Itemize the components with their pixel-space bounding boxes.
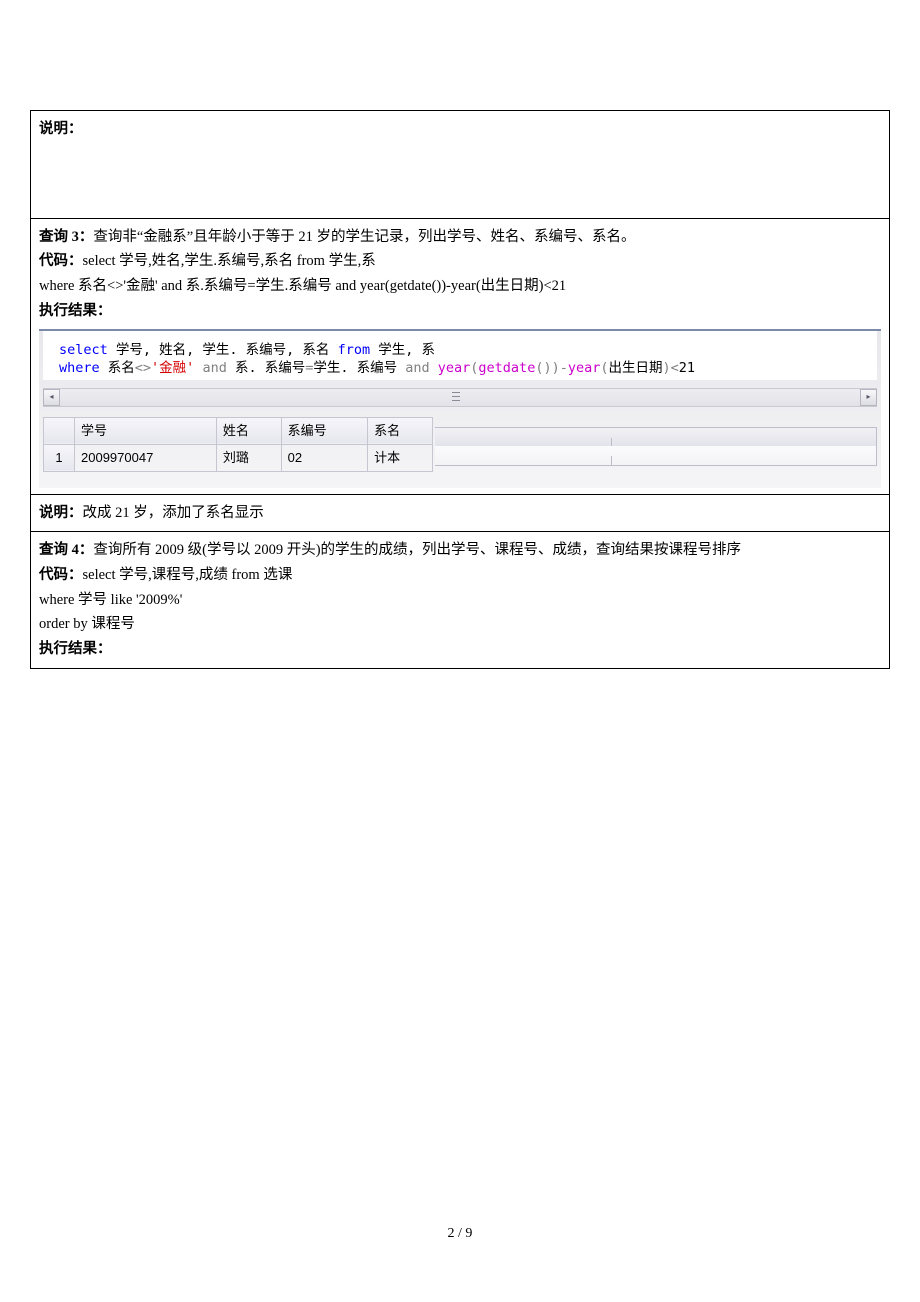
label-shuoming-1: 说明： — [39, 121, 83, 137]
q4-code-2: where 学号 like '2009%' — [39, 588, 881, 613]
label-daima-4: 代码： — [39, 567, 83, 583]
col-header[interactable]: 学号 — [75, 417, 217, 444]
row-query3: 查询 3：查询非“金融系”且年龄小于等于 21 岁的学生记录，列出学号、姓名、系… — [31, 218, 890, 494]
page-number: 2 / 9 — [0, 1226, 920, 1242]
sql-editor-region: select 学号, 姓名, 学生. 系编号, 系名 from 学生, 系 wh… — [39, 329, 881, 488]
table-header-row: 学号 姓名 系编号 系名 — [44, 417, 433, 444]
kw-from: from — [338, 342, 371, 358]
row-query4: 查询 4：查询所有 2009 级(学号以 2009 开头)的学生的成绩，列出学号… — [31, 532, 890, 668]
q3-code-1: select 学号,姓名,学生.系编号,系名 from 学生,系 — [83, 253, 376, 269]
grid-header-extension — [435, 427, 877, 448]
spacer — [39, 142, 881, 212]
cell: 计本 — [368, 444, 433, 471]
grid-row-extension — [435, 446, 877, 466]
kw-select: select — [59, 342, 108, 358]
scroll-track[interactable] — [60, 389, 860, 406]
label-daima-3: 代码： — [39, 253, 83, 269]
q4-code-1: select 学号,课程号,成绩 from 选课 — [83, 567, 293, 583]
col-header[interactable]: 系编号 — [281, 417, 367, 444]
cell: 2009970047 — [75, 444, 217, 471]
q4-code-3: order by 课程号 — [39, 612, 881, 637]
sql-line-1: select 学号, 姓名, 学生. 系编号, 系名 from 学生, 系 — [59, 341, 871, 359]
grid-corner — [44, 417, 75, 444]
scroll-right-button[interactable]: ▸ — [860, 389, 877, 406]
q3-shuoming-text: 改成 21 岁，添加了系名显示 — [83, 505, 264, 521]
scroll-grip-icon — [452, 392, 460, 401]
sql-line-2: where 系名<>'金融' and 系. 系编号=学生. 系编号 and ye… — [59, 359, 871, 377]
string-literal: '金融' — [151, 360, 194, 376]
label-zhixing-4: 执行结果： — [39, 637, 881, 662]
sql-code[interactable]: select 学号, 姓名, 学生. 系编号, 系名 from 学生, 系 wh… — [43, 331, 877, 379]
scroll-left-button[interactable]: ◂ — [43, 389, 60, 406]
row-shuoming-empty: 说明： — [31, 111, 890, 219]
q4-desc: 查询所有 2009 级(学号以 2009 开头)的学生的成绩，列出学号、课程号、… — [93, 542, 741, 558]
func-year-1: year — [438, 360, 471, 376]
func-getdate: getdate — [478, 360, 535, 376]
kw-where: where — [59, 360, 100, 376]
label-chaxun3: 查询 3： — [39, 229, 93, 245]
q3-code-2: where 系名<>'金融' and 系.系编号=学生.系编号 and year… — [39, 274, 881, 299]
label-zhixing-3: 执行结果： — [39, 299, 881, 324]
table-row[interactable]: 1 2009970047 刘璐 02 计本 — [44, 444, 433, 471]
row-number: 1 — [44, 444, 75, 471]
row-shuoming-q3: 说明：改成 21 岁，添加了系名显示 — [31, 494, 890, 532]
result-grid-wrap: 学号 姓名 系编号 系名 1 2009970047 刘璐 02 计本 — [39, 417, 881, 472]
cell: 刘璐 — [216, 444, 281, 471]
document-table: 说明： 查询 3：查询非“金融系”且年龄小于等于 21 岁的学生记录，列出学号、… — [30, 110, 890, 669]
result-grid[interactable]: 学号 姓名 系编号 系名 1 2009970047 刘璐 02 计本 — [43, 417, 433, 472]
label-shuoming-2: 说明： — [39, 505, 83, 521]
col-header[interactable]: 姓名 — [216, 417, 281, 444]
horizontal-scrollbar[interactable]: ◂ ▸ — [43, 388, 877, 407]
func-year-2: year — [568, 360, 601, 376]
label-chaxun4: 查询 4： — [39, 542, 93, 558]
cell: 02 — [281, 444, 367, 471]
q3-desc: 查询非“金融系”且年龄小于等于 21 岁的学生记录，列出学号、姓名、系编号、系名… — [93, 229, 635, 245]
col-header[interactable]: 系名 — [368, 417, 433, 444]
